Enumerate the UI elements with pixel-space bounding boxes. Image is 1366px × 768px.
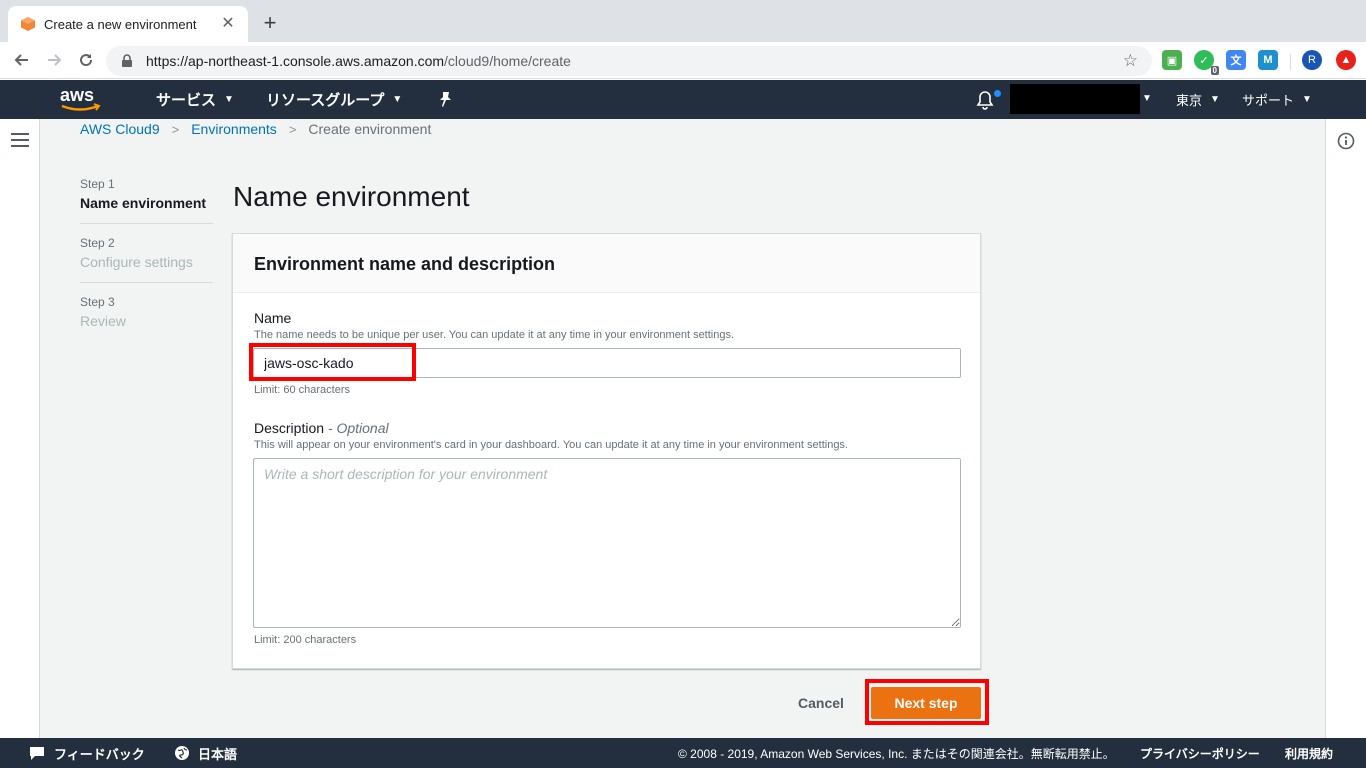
optional-tag: - Optional (327, 420, 389, 436)
main-content: AWS Cloud9 > Environments > Create envir… (0, 119, 1366, 738)
address-bar[interactable]: https://ap-northeast-1.console.aws.amazo… (106, 46, 1152, 76)
left-rail (0, 119, 40, 738)
bookmark-star-icon[interactable]: ☆ (1123, 51, 1138, 71)
extension-icon-1[interactable]: ▣ (1162, 50, 1182, 70)
browser-tab[interactable]: Create a new environment ✕ (8, 6, 248, 42)
breadcrumb: AWS Cloud9 > Environments > Create envir… (80, 121, 431, 137)
feedback-link[interactable]: フィードバック (28, 738, 145, 768)
breadcrumb-cloud9[interactable]: AWS Cloud9 (80, 121, 160, 137)
translate-icon[interactable]: 文 (1226, 50, 1246, 70)
step-label: Name environment (80, 195, 207, 211)
step-2: Step 2 Configure settings (80, 236, 213, 283)
region-menu[interactable]: 東京 ▼ (1176, 80, 1220, 119)
environment-panel: Environment name and description Name Th… (232, 233, 981, 669)
chevron-down-icon: ▼ (392, 94, 403, 105)
privacy-link[interactable]: プライバシーポリシー (1140, 738, 1260, 768)
chevron-right-icon: > (288, 121, 297, 137)
back-icon[interactable] (6, 44, 38, 76)
chevron-down-icon: ▼ (1142, 93, 1152, 104)
step-label: Review (80, 313, 126, 329)
tab-title: Create a new environment (44, 16, 197, 32)
services-menu[interactable]: サービス ▼ (156, 80, 234, 119)
notification-dot (994, 90, 1001, 97)
breadcrumb-current: Create environment (308, 121, 432, 137)
extension-check-icon[interactable]: ✓ 0 (1194, 50, 1219, 75)
description-label: Description - Optional (254, 420, 389, 436)
name-input[interactable] (253, 348, 961, 378)
aws-logo-icon[interactable]: aws (58, 84, 106, 114)
extension-upload-icon[interactable]: ▲ (1336, 50, 1356, 70)
step-1: Step 1 Name environment (80, 177, 213, 224)
panel-header: Environment name and description (233, 234, 980, 293)
support-menu[interactable]: サポート ▼ (1242, 80, 1312, 119)
reload-icon[interactable] (70, 44, 102, 76)
chevron-down-icon: ▼ (224, 94, 234, 105)
pin-icon[interactable] (436, 90, 454, 108)
cloud9-favicon-icon (21, 17, 35, 31)
speech-bubble-icon (30, 747, 44, 760)
chevron-down-icon: ▼ (1210, 94, 1220, 105)
info-icon[interactable] (1337, 132, 1355, 150)
step-number: Step 3 (80, 295, 115, 309)
svg-text:aws: aws (60, 85, 94, 105)
close-tab-icon[interactable]: ✕ (220, 16, 236, 32)
description-limit: Limit: 200 characters (254, 634, 357, 646)
panel-title: Environment name and description (254, 254, 556, 274)
description-textarea[interactable] (253, 458, 961, 628)
language-selector[interactable]: 日本語 (174, 738, 237, 768)
globe-icon (175, 746, 189, 760)
profile-avatar[interactable]: R (1302, 50, 1322, 70)
next-step-button[interactable]: Next step (871, 687, 981, 719)
forward-icon[interactable] (38, 44, 70, 76)
wizard-steps: Step 1 Name environment Step 2 Configure… (80, 177, 213, 353)
right-rail (1325, 119, 1366, 738)
toolbar-separator (1290, 54, 1291, 70)
browser-tab-strip: Create a new environment ✕ + (0, 0, 1366, 42)
name-hint: The name needs to be unique per user. Yo… (254, 329, 735, 341)
url-text: https://ap-northeast-1.console.aws.amazo… (146, 53, 571, 69)
hamburger-menu-icon[interactable] (11, 133, 29, 147)
aws-console-nav: aws サービス ▼ リソースグループ ▼ ▼ 東京 ▼ サポート ▼ (0, 80, 1366, 119)
terms-link[interactable]: 利用規約 (1285, 738, 1333, 768)
resource-groups-menu[interactable]: リソースグループ ▼ (266, 80, 402, 119)
console-footer: フィードバック 日本語 © 2008 - 2019, Amazon Web Se… (0, 738, 1366, 768)
lock-icon (122, 54, 132, 67)
notification-bell-icon[interactable] (974, 89, 996, 111)
chevron-right-icon: > (171, 121, 180, 137)
account-menu-redacted[interactable] (1010, 84, 1140, 114)
description-hint: This will appear on your environment's c… (254, 439, 848, 451)
step-number: Step 1 (80, 177, 115, 191)
step-3: Step 3 Review (80, 295, 213, 341)
name-label: Name (254, 310, 292, 326)
new-tab-icon[interactable]: + (258, 12, 282, 34)
browser-toolbar: https://ap-northeast-1.console.aws.amazo… (0, 42, 1366, 79)
step-label: Configure settings (80, 254, 193, 270)
step-number: Step 2 (80, 236, 115, 250)
copyright-text: © 2008 - 2019, Amazon Web Services, Inc.… (678, 746, 1115, 761)
breadcrumb-environments[interactable]: Environments (191, 121, 277, 137)
name-limit: Limit: 60 characters (254, 384, 350, 396)
page-title: Name environment (233, 181, 470, 212)
extension-m-icon[interactable]: M (1258, 50, 1278, 70)
cancel-button[interactable]: Cancel (790, 687, 852, 719)
chevron-down-icon: ▼ (1302, 94, 1312, 105)
